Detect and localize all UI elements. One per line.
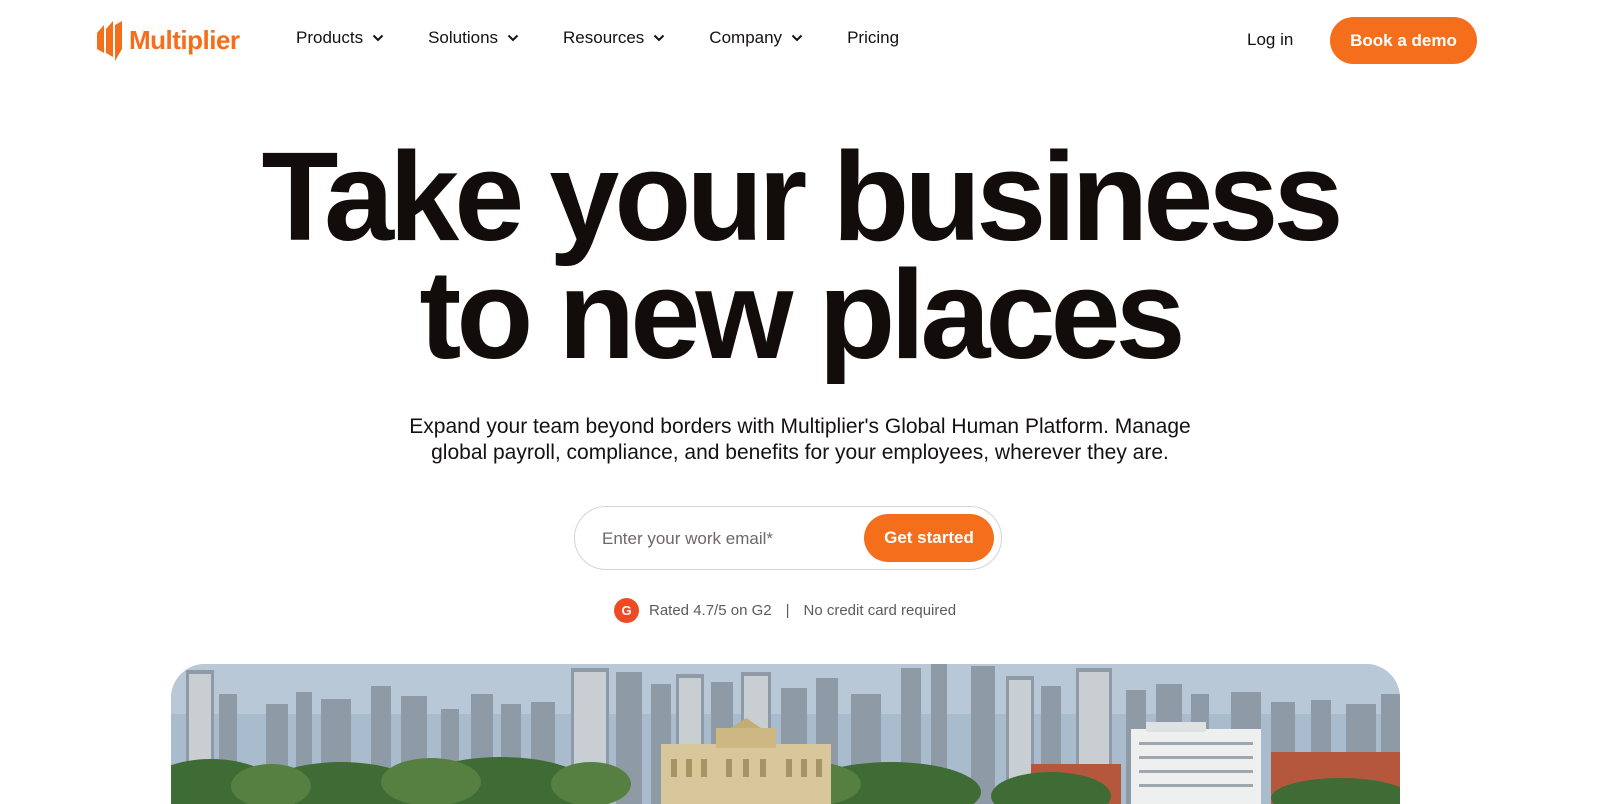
email-signup-form: Get started	[574, 506, 1002, 570]
city-skyline-with-museum-photo	[171, 664, 1400, 804]
separator: |	[785, 601, 790, 619]
login-link[interactable]: Log in	[1247, 30, 1293, 50]
chevron-down-icon	[654, 34, 665, 42]
main-menu: Products Solutions Resources Company Pri…	[296, 28, 943, 48]
get-started-button[interactable]: Get started	[864, 514, 994, 562]
nav-item-label: Company	[709, 28, 783, 47]
work-email-input[interactable]	[600, 519, 844, 559]
nav-item-resources[interactable]: Resources	[563, 28, 665, 48]
g2-logo-icon: G	[614, 597, 639, 623]
subtitle-line: Expand your team beyond borders with Mul…	[409, 415, 1191, 438]
hero-subtitle: Expand your team beyond borders with Mul…	[0, 414, 1600, 466]
multiplier-logo-icon	[97, 21, 122, 61]
nav-item-solutions[interactable]: Solutions	[428, 28, 519, 48]
chevron-down-icon	[372, 34, 384, 42]
trust-line: G Rated 4.7/5 on G2 | No credit card req…	[614, 597, 956, 623]
top-nav: Multiplier Products Solutions Resources …	[0, 0, 1600, 82]
nav-item-products[interactable]: Products	[296, 28, 384, 48]
g2-rating-text: Rated 4.7/5 on G2	[649, 601, 772, 619]
hero-headline: Take your business to new places	[0, 126, 1600, 385]
headline-line: to new places	[419, 244, 1185, 385]
book-demo-button[interactable]: Book a demo	[1330, 17, 1477, 64]
logo-link[interactable]: Multiplier	[95, 19, 240, 61]
nav-item-label: Solutions	[428, 28, 499, 47]
nav-item-label: Products	[296, 28, 364, 47]
nav-item-label: Resources	[563, 28, 645, 47]
brand-name: Multiplier	[129, 24, 240, 55]
chevron-down-icon	[507, 34, 519, 42]
subtitle-line: global payroll, compliance, and benefits…	[431, 441, 1169, 464]
chevron-down-icon	[791, 34, 803, 42]
nav-item-pricing[interactable]: Pricing	[847, 28, 899, 48]
nav-item-label: Pricing	[847, 28, 900, 47]
no-credit-card-text: No credit card required	[803, 601, 957, 619]
nav-item-company[interactable]: Company	[709, 28, 803, 48]
headline-line: Take your business	[261, 126, 1343, 267]
